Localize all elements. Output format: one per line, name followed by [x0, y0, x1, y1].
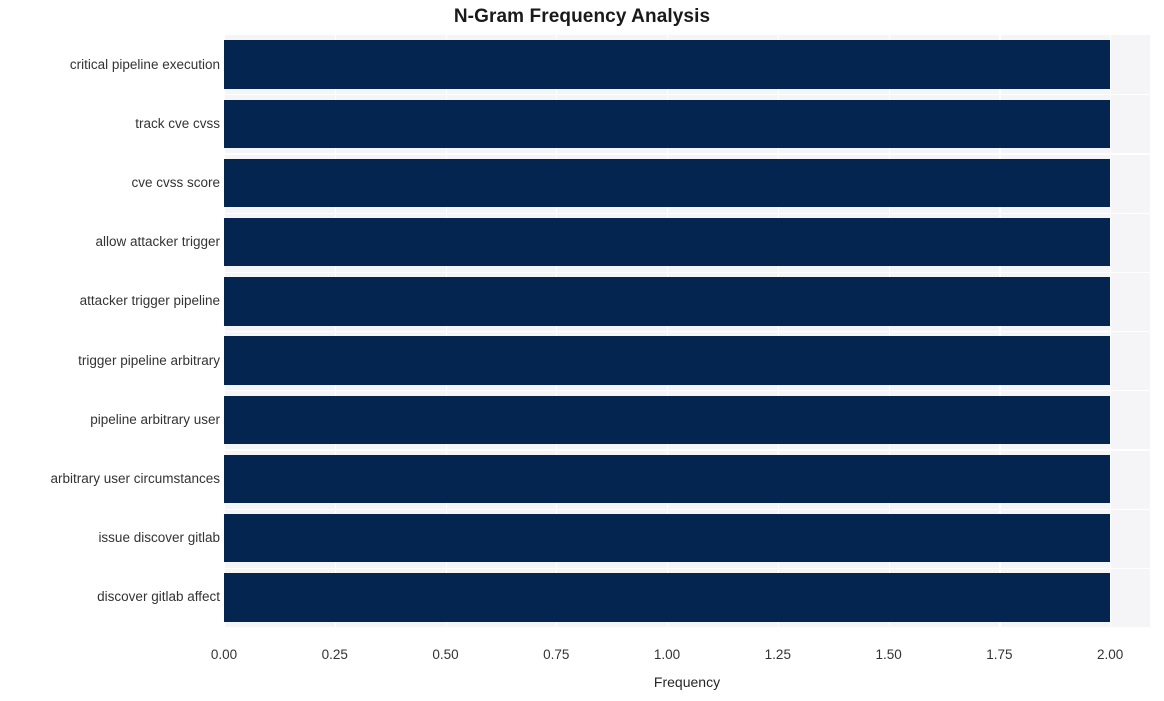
y-axis-tick-label: arbitrary user circumstances [50, 471, 220, 486]
plot-area [224, 35, 1150, 627]
y-axis-tick-labels: critical pipeline execution track cve cvs… [0, 35, 220, 627]
x-axis-tick-label: 0.25 [321, 647, 348, 662]
y-axis-tick-label: cve cvss score [131, 175, 220, 190]
y-axis-tick-label: track cve cvss [135, 115, 220, 131]
x-axis-tick-label: 1.25 [764, 647, 791, 662]
y-axis-tick-label: discover gitlab affect [97, 589, 220, 605]
bars-layer [224, 35, 1150, 627]
bar [224, 40, 1111, 89]
bar [224, 395, 1111, 445]
x-axis-title: Frequency [653, 674, 721, 690]
chart-figure: N-Gram Frequency Analysis critical pipel… [0, 0, 1164, 701]
y-axis-tick-label: critical pipeline execution [69, 56, 220, 72]
bar [224, 336, 1111, 385]
y-axis-tick-label: trigger pipeline arbitrary [78, 352, 220, 368]
page-title: N-Gram Frequency Analysis [453, 6, 711, 27]
bar [224, 277, 1111, 326]
x-axis-tick-label: 0.00 [210, 647, 238, 662]
y-axis-tick-label: issue discover gitlab [98, 530, 220, 546]
x-axis-tick-labels: 0.00 0.25 0.50 0.75 1.00 1.25 1.50 1.75 2.00 [0, 647, 1164, 669]
bar [224, 573, 1111, 622]
y-axis-tick-label: attacker trigger pipeline [79, 293, 220, 309]
bar [224, 513, 1111, 563]
y-axis-tick-label: pipeline arbitrary user [90, 411, 220, 427]
bar [224, 217, 1111, 267]
x-axis-tick-label: 0.50 [432, 647, 459, 662]
bar [224, 454, 1111, 504]
x-axis-tick-label: 1.50 [875, 647, 902, 662]
x-axis-tick-label: 0.75 [543, 647, 570, 662]
bar [224, 158, 1111, 208]
x-axis-tick-label: 1.75 [986, 647, 1013, 662]
y-axis-tick-label: allow attacker trigger [95, 234, 220, 250]
x-axis-tick-label: 1.00 [653, 647, 681, 662]
x-axis-tick-label: 2.00 [1096, 647, 1124, 662]
bar [224, 99, 1111, 149]
